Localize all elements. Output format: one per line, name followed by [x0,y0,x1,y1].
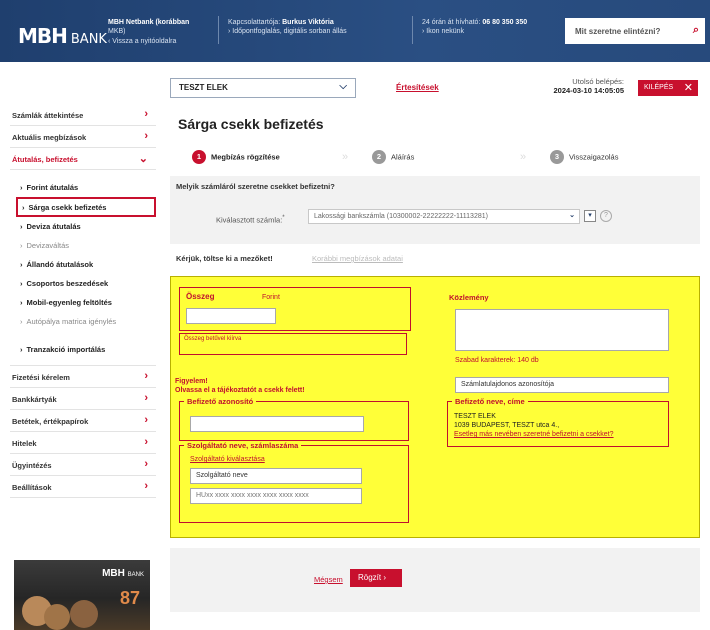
warning-text: Figyelem! Olvassa el a tájékoztatót a cs… [175,378,305,395]
transfers-submenu: › Forint átutalás › Sárga csekk befizetés … [10,170,156,366]
payer-id-box: Befizető azonosító [179,397,409,441]
promo-banner[interactable]: MBH BANK 87 [14,560,150,630]
notifications-link[interactable]: Értesítések [396,83,439,92]
step-1: 1 Megbízás rögzítése [192,150,280,164]
chevron-down-icon: ⌄ [138,153,148,165]
free-characters: Szabad karakterek: 140 db [455,357,539,364]
payer-details: TESZT ELEK 1039 BUDAPEST, TESZT utca 4.,… [454,413,614,439]
sidebar-item-loans[interactable]: Hitelek › [10,432,156,454]
step-2: 2 Aláírás [372,150,414,164]
submenu-yellow-check[interactable]: › Sárga csekk befizetés [16,197,156,217]
submenu-mobile-topup[interactable]: › Mobil-egyenleg feltöltés [10,293,156,312]
submenu-direct-debits[interactable]: › Csoportos beszedések [10,274,156,293]
account-holder-id-input[interactable]: Számlatulajdonos azonosítója [455,377,669,393]
provider-account-input[interactable]: HUxx xxxx xxxx xxxx xxxx xxxx xxxx [190,488,362,504]
account-label: Kiválasztott számla:* [216,214,285,225]
cancel-button[interactable]: Mégsem [314,575,343,584]
save-button[interactable]: Rögzít › [350,569,402,587]
close-icon: ✕ [683,82,693,94]
submenu-foreign-transfer[interactable]: › Deviza átutalás [10,217,156,236]
sidebar-item-administration[interactable]: Ügyintézés › [10,454,156,476]
appointment-link[interactable]: › Időpontfoglalás, digitális sorban állá… [228,27,347,36]
submenu-transaction-import[interactable]: › Tranzakció importálás [10,340,156,359]
chevron-right-icon: › [144,370,148,382]
bank-logo[interactable]: MBH BANK [18,24,107,48]
chevron-right-icon: › [144,108,148,120]
pay-on-behalf-link[interactable]: Esetleg más nevében szeretné befizetni a… [454,430,614,439]
submenu-motorway-vignette[interactable]: › Autópálya matrica igénylés [10,312,156,340]
payer-name-label: Befizető neve, címe [452,397,528,406]
fill-prompt-row: Kérjük, töltse ki a mezőket! Korábbi meg… [170,246,700,270]
submenu-currency-exchange[interactable]: › Devizaváltás [10,236,156,255]
sidebar-item-payment-request[interactable]: Fizetési kérelem › [10,366,156,388]
account-section: Melyik számláról szeretne csekket befize… [170,176,700,244]
amount-input[interactable] [186,308,276,324]
amount-label: Összeg [186,292,215,301]
chevron-right-icon: › [144,414,148,426]
sidebar-item-settings[interactable]: Beállítások › [10,476,156,498]
promo-number: 87 [119,588,140,608]
sidebar-item-cards[interactable]: Bankkártyák › [10,388,156,410]
remark-textarea[interactable] [455,309,669,351]
sidebar-item-accounts[interactable]: Számlák áttekintése › [10,104,156,126]
phone-info: 24 órán át hívható: 06 80 350 350 › Ikon… [422,19,528,36]
netbank-info: MBH Netbank (korábban MKB) ‹ Vissza a ny… [108,19,190,46]
submenu-forint-transfer[interactable]: › Forint átutalás [10,178,156,197]
provider-select-link[interactable]: Szolgáltató kiválasztása [190,456,265,463]
for-you-link[interactable]: › Ikon nekünk [422,27,527,36]
amount-in-words-box[interactable]: Összeg betűvel kiírva [179,333,407,355]
promo-logo: MBH BANK [102,568,144,579]
provider-box: Szolgáltató neve, számlaszáma Szolgáltat… [179,441,409,523]
chevron-right-icon: › [144,392,148,404]
fill-prompt: Kérjük, töltse ki a mezőket! [176,254,273,263]
step-3: 3 Visszaigazolás [550,150,618,164]
sidebar-item-transfers[interactable]: Átutalás, befizetés ⌄ [10,148,156,170]
account-question: Melyik számláról szeretne csekket befize… [176,182,335,191]
contact-info: Kapcsolattartója: Burkus Viktória › Időp… [228,19,347,36]
chevron-right-icon: › [144,130,148,142]
previous-orders-link[interactable]: Korábbi megbízások adatai [312,254,403,263]
action-bar: Mégsem Rögzít › [170,548,700,612]
sidebar-item-deposits[interactable]: Betétek, értékpapírok › [10,410,156,432]
amount-in-words-label: Összeg betűvel kiírva [184,336,242,342]
yellow-check-form: Összeg Forint Összeg betűvel kiírva Közl… [170,276,700,538]
back-to-home-link[interactable]: ‹ Vissza a nyitóoldalra [108,37,189,46]
sidebar-item-current-orders[interactable]: Aktuális megbízások › [10,126,156,148]
chevron-right-icon: › [144,458,148,470]
chevron-down-icon: ⌵ [339,81,347,92]
amount-unit: Forint [262,294,280,301]
amount-box: Összeg Forint [179,287,411,331]
chevron-right-icon: › [383,573,387,582]
last-login: Utolsó belépés: 2024-03-10 14:05:05 [553,77,624,96]
user-select[interactable]: TESZT ELEK ⌵ [170,78,356,98]
logout-button[interactable]: KILÉPÉS ✕ [638,80,698,96]
search-icon[interactable]: ⌕ [693,24,699,37]
chevron-right-icon: › [144,480,148,492]
payer-id-input[interactable] [190,416,364,432]
search-input[interactable]: Mit szeretne elintézni? ⌕ [565,18,705,44]
payer-name-box: Befizető neve, címe TESZT ELEK 1039 BUDA… [447,397,669,447]
remark-label: Közlemény [449,293,489,302]
submenu-standing-orders[interactable]: › Állandó átutalások [10,255,156,274]
chevron-right-icon: › [144,436,148,448]
top-header: MBH BANK MBH Netbank (korábban MKB) ‹ Vis… [0,0,710,62]
chevron-down-icon: ⌄ [569,212,575,219]
page-title: Sárga csekk befizetés [178,116,324,132]
account-select[interactable]: Lakossági bankszámla (10300002-22222222-… [308,209,580,224]
step-indicator: 1 Megbízás rögzítése » 2 Aláírás » 3 Vissza… [192,150,692,166]
provider-name-input[interactable]: Szolgáltató neve [190,468,362,484]
payer-id-label: Befizető azonosító [184,397,257,406]
user-bar: TESZT ELEK ⌵ Értesítések Utolsó belépés:… [170,72,700,100]
provider-label: Szolgáltató neve, számlaszáma [184,441,302,450]
help-icon[interactable]: ? [600,210,612,222]
sidebar: Számlák áttekintése › Aktuális megbízások… [10,104,156,498]
account-dropdown-button[interactable]: ▾ [584,210,596,222]
